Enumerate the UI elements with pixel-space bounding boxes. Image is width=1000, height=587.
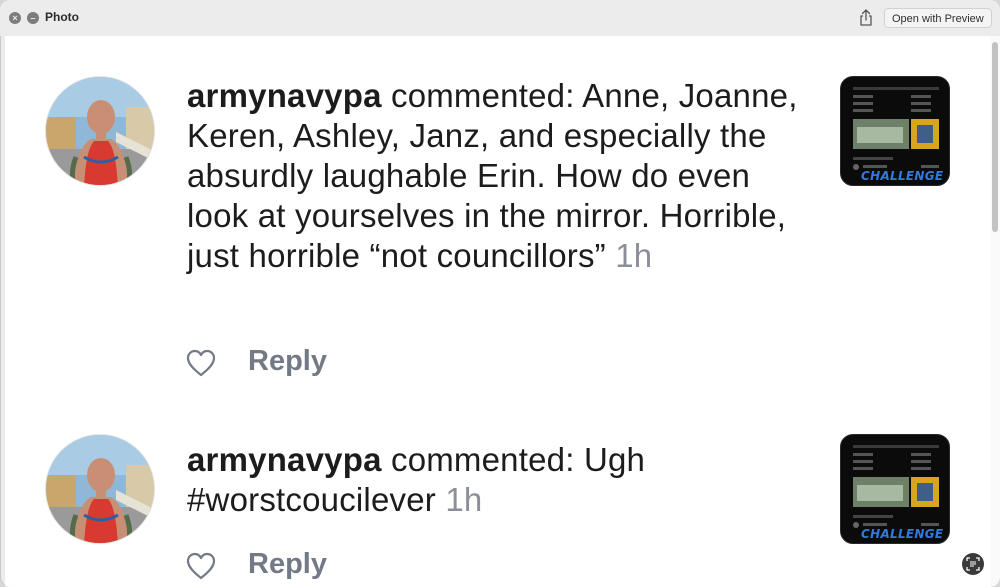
post-thumbnail[interactable]: CHALLENGE [840,434,950,544]
live-text-button[interactable] [962,553,984,575]
comment-username[interactable]: armynavypa [187,77,382,114]
avatar[interactable] [45,434,155,544]
window-title: Photo [45,10,79,24]
post-thumbnail[interactable]: CHALLENGE [840,76,950,186]
comment-text: armynavypa commented: Anne, Joanne, Kere… [187,76,812,276]
comment-time: 1h [615,237,653,274]
minimize-icon: – [30,12,36,23]
scrollbar-thumb[interactable] [992,42,998,232]
thumbnail-badge: CHALLENGE [861,527,944,541]
title-bar: × – Photo Open with Preview [0,0,1000,36]
minimize-button[interactable]: – [27,12,39,24]
comment-time: 1h [445,481,483,518]
share-icon[interactable] [858,9,874,27]
live-text-icon [966,557,980,571]
close-button[interactable]: × [9,12,21,24]
avatar[interactable] [45,76,155,186]
thumbnail-badge: CHALLENGE [861,169,944,183]
reply-button[interactable]: Reply [248,345,327,378]
heart-icon[interactable] [186,349,216,377]
photo-content: armynavypa commented: Anne, Joanne, Kere… [5,36,990,587]
comment-username[interactable]: armynavypa [187,441,382,478]
comment-text: armynavypa commented: Ugh #worstcoucilev… [187,440,812,520]
close-icon: × [12,12,18,23]
open-with-preview-button[interactable]: Open with Preview [884,8,992,28]
vertical-scrollbar[interactable] [990,36,1000,587]
reply-button[interactable]: Reply [248,548,327,581]
heart-icon[interactable] [186,552,216,580]
photo-window: × – Photo Open with Preview armynavypa c… [0,0,1000,587]
